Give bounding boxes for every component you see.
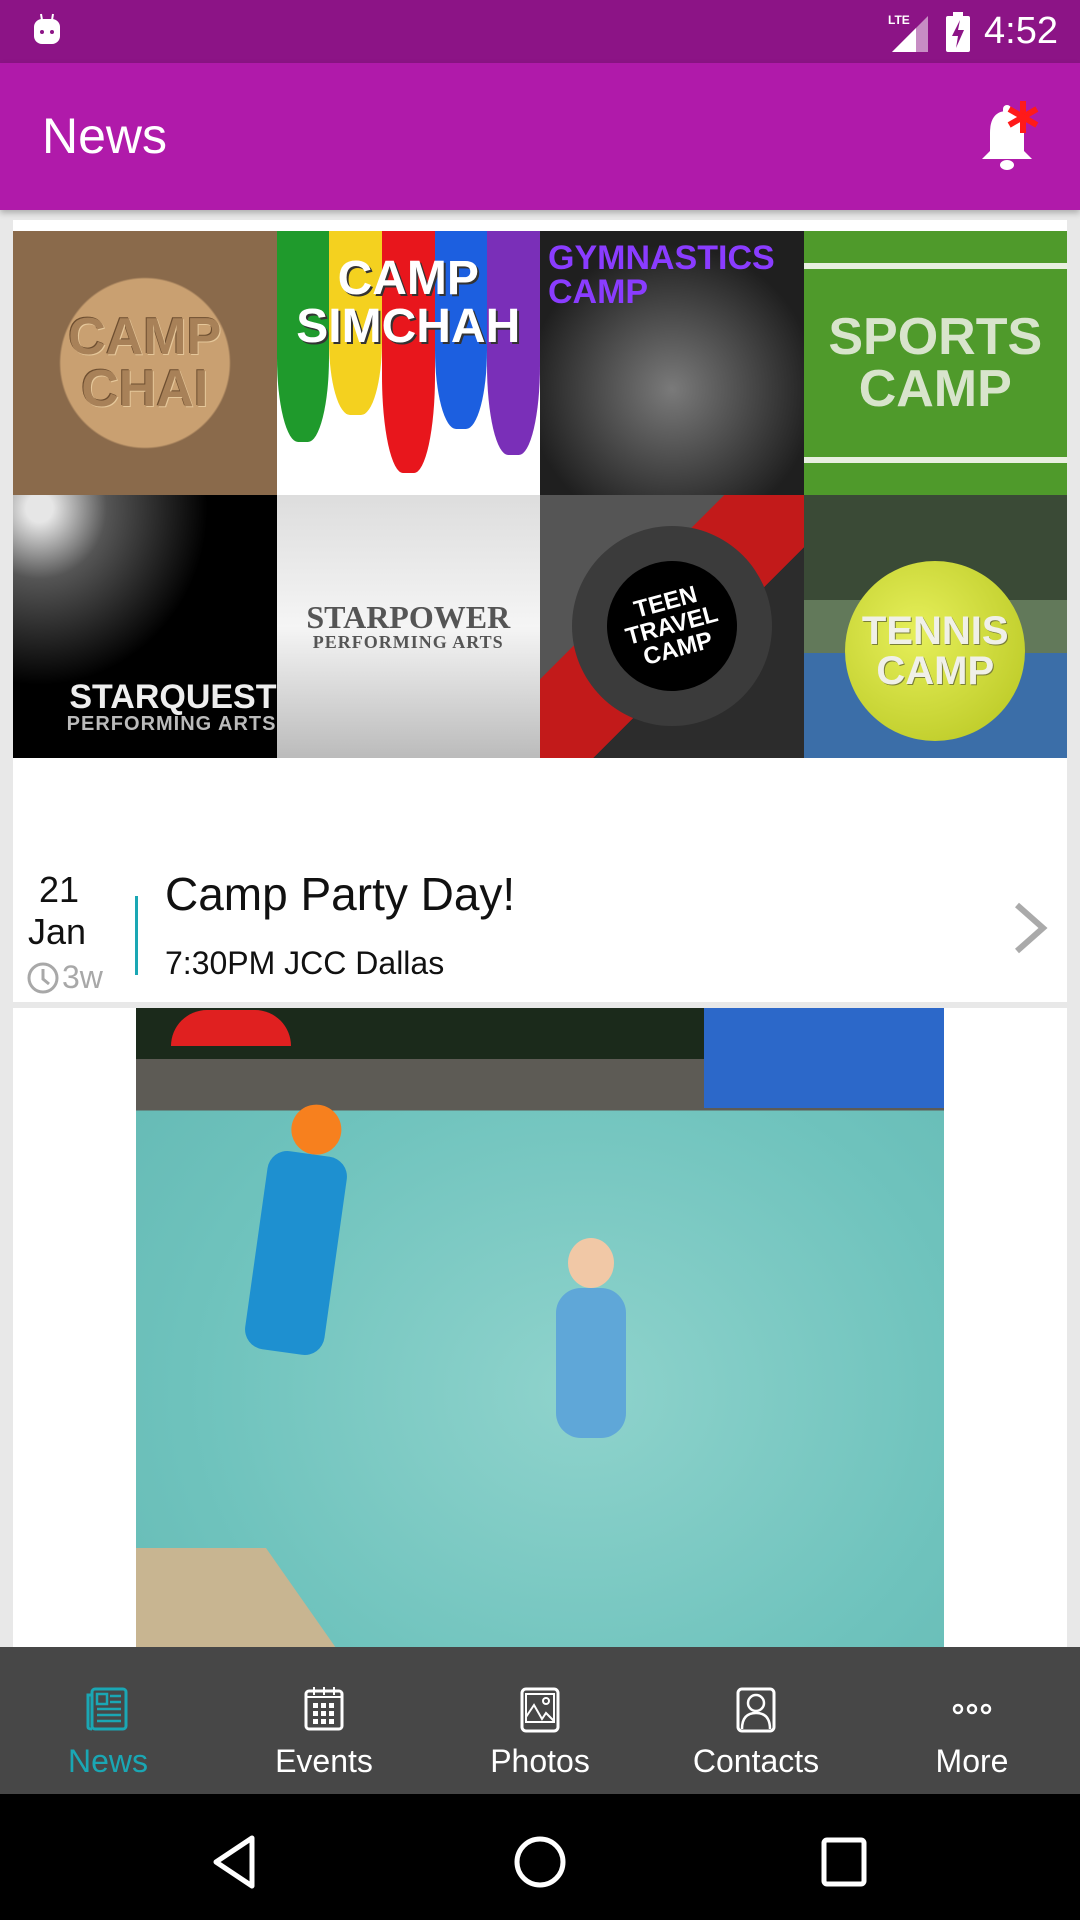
more-dots-icon [952, 1703, 992, 1715]
page-title: News [42, 108, 168, 164]
event-age: 3w [26, 959, 103, 996]
collage-tile-starquest: STARQUEST PERFORMING ARTS [13, 494, 277, 758]
event-date-month: Jan [28, 911, 87, 952]
android-icon [34, 13, 60, 44]
nav-tab-events[interactable]: Events [216, 1647, 432, 1794]
nav-tab-photos[interactable]: Photos [432, 1647, 648, 1794]
system-navigation-bar [0, 1794, 1080, 1920]
nav-label-contacts: Contacts [692, 1743, 820, 1779]
nav-tab-contacts[interactable]: Contacts [648, 1647, 864, 1794]
back-icon[interactable] [206, 1832, 266, 1892]
calendar-icon [304, 1687, 344, 1731]
event-date-day: 21 [39, 869, 80, 910]
news-card-photo[interactable] [13, 1008, 1067, 1647]
contact-icon [736, 1687, 776, 1733]
news-feed[interactable]: CAMP CHAI CAMP SIMCHAH GYMNASTICS CAMP SPOR… [0, 210, 1080, 1647]
event-subtitle: 7:30PM JCC Dallas [165, 945, 445, 981]
nav-label-news: News [67, 1743, 148, 1779]
bottom-navigation: News Events Photos Contacts More [0, 1647, 1080, 1794]
svg-text:LTE: LTE [888, 13, 910, 27]
nav-label-photos: Photos [490, 1743, 590, 1779]
collage-tile-tennis-camp: TENNIS CAMP [803, 494, 1067, 758]
event-age-label: 3w [62, 959, 103, 995]
collage-tile-gymnastics-camp: GYMNASTICS CAMP [540, 231, 804, 495]
collage-tile-camp-chai: CAMP CHAI [13, 231, 277, 495]
home-icon[interactable] [510, 1832, 570, 1892]
event-divider [135, 896, 138, 975]
status-bar: LTE 4:52 [0, 0, 1080, 63]
news-card-event[interactable]: CAMP CHAI CAMP SIMCHAH GYMNASTICS CAMP SPOR… [13, 220, 1067, 1002]
photo-icon [520, 1687, 560, 1733]
collage-tile-teen-travel-camp: TEEN TRAVEL CAMP [540, 494, 804, 758]
chevron-right-icon[interactable] [1013, 901, 1049, 955]
event-row[interactable]: 21 Jan 3w Camp Party Day! 7:30PM JCC Dal… [13, 865, 1067, 1002]
recents-icon[interactable] [814, 1832, 874, 1892]
collage-tile-camp-simchah: CAMP SIMCHAH [276, 231, 540, 495]
app-bar: News [0, 63, 1080, 210]
event-title[interactable]: Camp Party Day! [165, 867, 515, 921]
nav-label-events: Events [275, 1743, 373, 1779]
nav-tab-news[interactable]: News [0, 1647, 216, 1794]
nav-tab-more[interactable]: More [864, 1647, 1080, 1794]
status-time: 4:52 [984, 10, 1058, 52]
pool-photo[interactable] [136, 1008, 944, 1647]
collage-tile-sports-camp: SPORTS CAMP [803, 231, 1067, 495]
nav-label-more: More [935, 1743, 1009, 1779]
collage-tile-starpower: STARPOWER PERFORMING ARTS [276, 494, 540, 758]
clock-icon [27, 962, 59, 993]
camp-collage-image[interactable]: CAMP CHAI CAMP SIMCHAH GYMNASTICS CAMP SPOR… [13, 231, 1067, 758]
newspaper-icon [86, 1687, 128, 1731]
lte-signal-icon: LTE [888, 13, 929, 52]
notification-bell-icon[interactable] [972, 99, 1042, 179]
battery-charging-icon [946, 11, 971, 52]
